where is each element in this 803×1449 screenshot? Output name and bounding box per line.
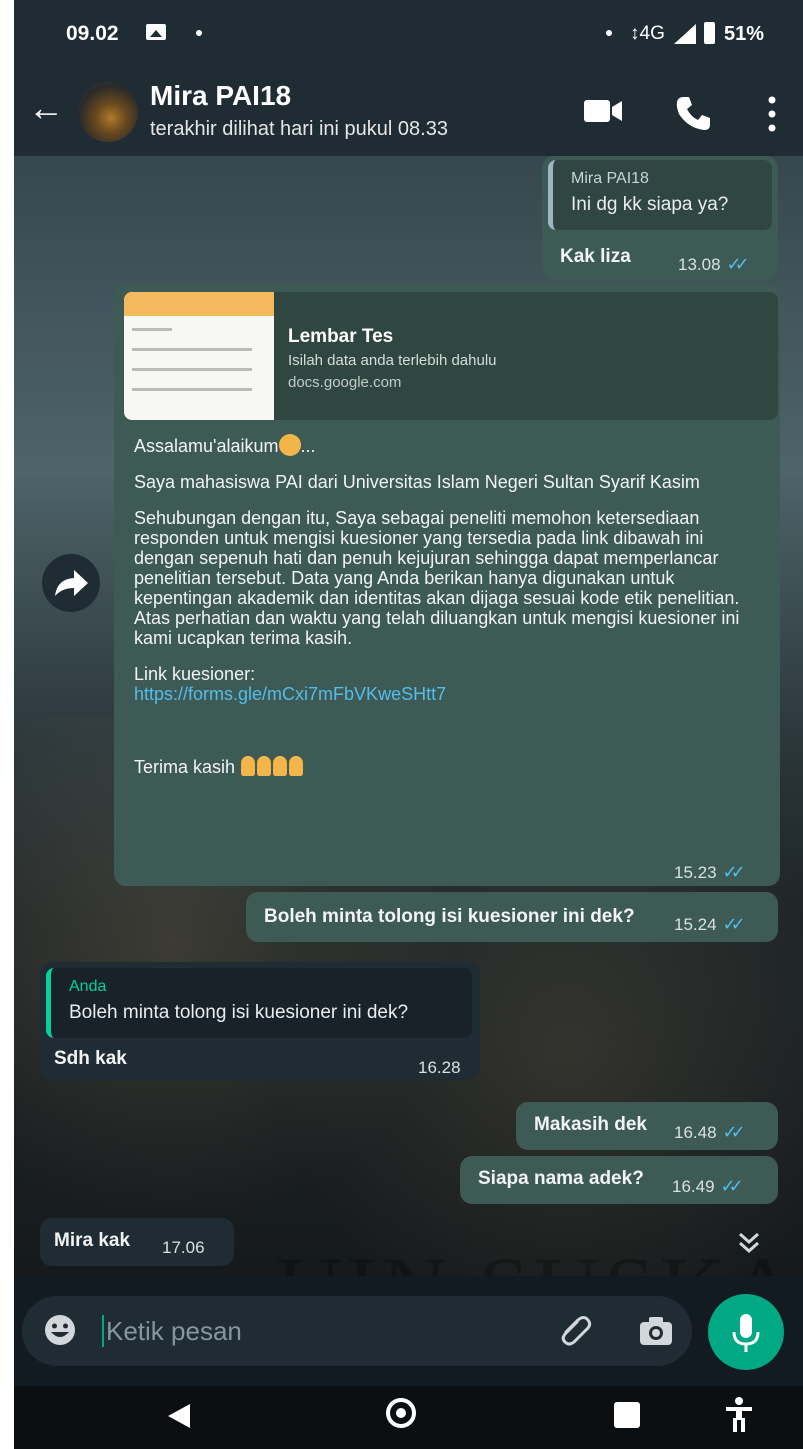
greeting-text: Assalamu'alaikum (134, 436, 279, 456)
message-time: 16.49 (672, 1177, 715, 1196)
kebab-menu-icon[interactable] (762, 94, 782, 134)
link-preview-title: Lembar Tes (288, 326, 394, 347)
message-bubble-outgoing[interactable]: Makasih dek 16.48 ✓✓ (516, 1102, 778, 1150)
composer-bar: Ketik pesan (14, 1276, 803, 1386)
quoted-author: Mira PAI18 (571, 170, 649, 187)
message-meta: 13.08 ✓✓ (678, 254, 750, 275)
message-time: 16.28 (418, 1058, 461, 1077)
contact-name[interactable]: Mira PAI18 (150, 80, 291, 112)
system-nav-bar (14, 1386, 803, 1449)
emoji-icon[interactable] (42, 1312, 78, 1348)
message-bubble-outgoing[interactable]: Mira PAI18 Ini dg kk siapa ya? Kak liza … (542, 156, 778, 280)
message-time: 17.06 (162, 1238, 205, 1257)
network-type: ↕4G (630, 23, 665, 44)
link-preview-domain: docs.google.com (288, 374, 402, 391)
double-check-icon: ✓✓ (726, 254, 750, 274)
message-meta: 16.48 ✓✓ (674, 1122, 746, 1143)
chat-header: ← Mira PAI18 terakhir dilihat hari ini p… (14, 70, 803, 156)
message-text: Makasih dek (534, 1114, 647, 1135)
quoted-text: Ini dg kk siapa ya? (571, 194, 729, 215)
message-input[interactable]: Ketik pesan (22, 1296, 692, 1366)
message-meta: 15.24 ✓✓ (674, 914, 746, 935)
message-text: Boleh minta tolong isi kuesioner ini dek… (264, 906, 635, 927)
chevron-double-down-icon[interactable] (734, 1228, 764, 1258)
praying-hands-emoji-icon (273, 756, 288, 776)
praying-hands-emoji-icon (257, 756, 272, 776)
link-preview[interactable]: Lembar Tes Isilah data anda terlebih dah… (124, 292, 778, 420)
questionnaire-link[interactable]: https://forms.gle/mCxi7mFbVKweSHtt7 (134, 684, 446, 704)
phone-screen: 09.02 ↕4G 51% ← Mira PAI18 terakhir dili… (14, 0, 803, 1449)
signal-icon (674, 24, 696, 44)
message-body: Assalamu'alaikum... Saya mahasiswa PAI d… (134, 434, 764, 777)
video-camera-icon[interactable] (582, 94, 624, 128)
status-time: 09.02 (66, 22, 119, 45)
message-text: Sdh kak (54, 1048, 127, 1069)
last-seen-status: terakhir dilihat hari ini pukul 08.33 (150, 118, 448, 140)
battery-icon (704, 22, 715, 44)
status-bar: 09.02 ↕4G 51% (14, 0, 803, 70)
paperclip-icon[interactable] (558, 1314, 592, 1348)
message-bubble-incoming[interactable]: Anda Boleh minta tolong isi kuesioner in… (40, 962, 480, 1080)
microphone-icon (732, 1314, 760, 1352)
double-check-icon: ✓✓ (722, 1122, 746, 1142)
link-label: Link kuesioner: (134, 664, 256, 684)
greeting-suffix: ... (300, 436, 316, 456)
message-bubble-outgoing[interactable]: Boleh minta tolong isi kuesioner ini dek… (246, 892, 778, 942)
message-time: 15.23 (674, 863, 717, 882)
thumbnail-line (132, 388, 252, 391)
phone-icon[interactable] (674, 94, 712, 132)
thumbnail-line (132, 348, 252, 351)
message-paragraph: Sehubungan dengan itu, Saya sebagai pene… (134, 508, 740, 648)
microphone-button[interactable] (708, 1294, 784, 1370)
message-meta: 16.49 ✓✓ (672, 1176, 744, 1197)
thumbnail-header (124, 292, 274, 316)
forward-button[interactable] (42, 554, 100, 612)
quoted-message[interactable]: Mira PAI18 Ini dg kk siapa ya? (548, 160, 772, 230)
praying-hands-emoji-icon (241, 756, 256, 776)
quoted-text: Boleh minta tolong isi kuesioner ini dek… (69, 1002, 409, 1023)
battery-percent: 51% (724, 23, 765, 45)
message-time: 16.48 (674, 1123, 717, 1142)
image-notification-icon (146, 24, 166, 40)
message-placeholder[interactable]: Ketik pesan (106, 1316, 242, 1347)
status-dot-icon (606, 30, 612, 36)
nav-back-icon[interactable] (168, 1404, 190, 1428)
back-arrow-icon[interactable]: ← (28, 88, 64, 128)
quoted-message[interactable]: Anda Boleh minta tolong isi kuesioner in… (46, 968, 472, 1038)
closing-text: Terima kasih (134, 757, 236, 777)
message-bubble-outgoing[interactable]: Siapa nama adek? 16.49 ✓✓ (460, 1156, 778, 1204)
nav-recents-icon[interactable] (614, 1402, 640, 1428)
message-meta: 15.23 ✓✓ (674, 862, 746, 883)
thumbnail-line (132, 328, 172, 331)
message-text: Mira kak (54, 1230, 131, 1251)
double-check-icon: ✓✓ (722, 914, 746, 934)
thumbnail-line (132, 368, 252, 371)
text-cursor (102, 1315, 104, 1347)
message-paragraph: Saya mahasiswa PAI dari Universitas Isla… (134, 472, 700, 492)
message-bubble-incoming[interactable]: Mira kak 17.06 (40, 1218, 234, 1266)
notification-dot-icon (196, 30, 202, 36)
link-preview-thumbnail (124, 292, 274, 420)
avatar[interactable] (78, 82, 138, 142)
message-bubble-outgoing[interactable]: Lembar Tes Isilah data anda terlebih dah… (114, 284, 780, 886)
praying-hands-emoji-icon (289, 756, 304, 776)
double-check-icon: ✓✓ (720, 1176, 744, 1196)
message-time: 15.24 (674, 915, 717, 934)
link-preview-description: Isilah data anda terlebih dahulu (288, 352, 497, 369)
message-time: 13.08 (678, 255, 721, 274)
message-text: Kak liza (560, 246, 631, 267)
chat-area[interactable]: UIN SUSKA Mira PAI18 Ini dg kk siapa ya?… (14, 156, 803, 1276)
quoted-author: Anda (69, 978, 107, 995)
double-check-icon: ✓✓ (722, 862, 746, 882)
camera-icon[interactable] (638, 1315, 674, 1347)
nav-home-icon[interactable] (386, 1398, 416, 1428)
wallpaper-watermark: UIN SUSKA (276, 1236, 800, 1276)
smiling-emoji-icon (278, 434, 301, 456)
accessibility-icon[interactable] (724, 1396, 754, 1434)
message-text: Siapa nama adek? (478, 1168, 644, 1189)
forward-icon (55, 570, 88, 596)
